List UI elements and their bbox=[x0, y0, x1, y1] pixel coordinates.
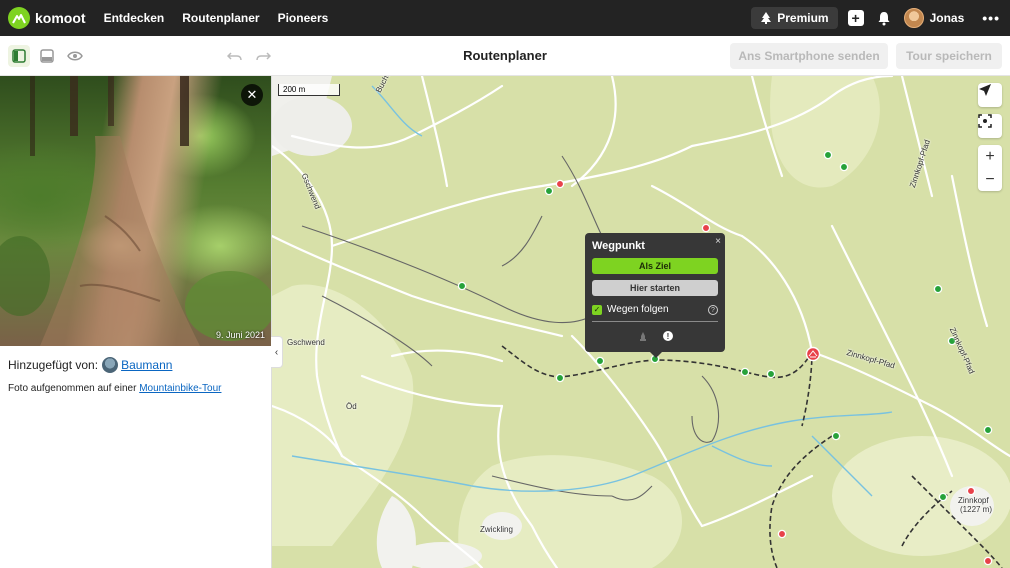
contributor-link[interactable]: Baumann bbox=[121, 358, 172, 372]
route-point-icon[interactable] bbox=[638, 331, 648, 341]
map-label-zinnkopf-elevation: (1227 m) bbox=[960, 505, 993, 514]
photo-forest-illustration bbox=[0, 76, 271, 346]
premium-tree-icon bbox=[761, 12, 772, 24]
caption-text: Foto aufgenommen auf einer bbox=[8, 383, 140, 394]
photo-caption: Foto aufgenommen auf einer Mountainbike-… bbox=[8, 383, 221, 394]
help-icon[interactable]: ? bbox=[708, 305, 718, 315]
set-destination-button[interactable]: Als Ziel bbox=[592, 258, 718, 274]
contributor-avatar[interactable] bbox=[102, 357, 119, 373]
waypoint-popup: Wegpunkt × Als Ziel Hier starten ✓ Wegen… bbox=[585, 233, 725, 358]
follow-paths-label: Wegen folgen bbox=[607, 304, 669, 315]
info-icon[interactable]: ! bbox=[663, 331, 673, 341]
premium-label: Premium bbox=[777, 11, 829, 25]
trail-photo: ✕ 9. Juni 2021 bbox=[0, 76, 271, 346]
nav-routenplaner[interactable]: Routenplaner bbox=[182, 11, 259, 25]
added-by-line: Hinzugefügt von: Baumann bbox=[8, 357, 172, 373]
locate-me-button[interactable] bbox=[978, 83, 1002, 107]
bell-icon bbox=[878, 11, 890, 25]
top-navigation-bar: komoot Entdecken Routenplaner Pioneers P… bbox=[0, 0, 1010, 36]
nav-entdecken[interactable]: Entdecken bbox=[104, 11, 165, 25]
close-photo-button[interactable]: ✕ bbox=[241, 84, 263, 106]
map-scale-bar: 200 m bbox=[278, 84, 340, 96]
more-menu-button[interactable]: ••• bbox=[982, 10, 1000, 26]
map-label-gschwend-town: Gschwend bbox=[287, 338, 325, 347]
checkbox-checked-icon: ✓ bbox=[592, 304, 602, 315]
popup-divider bbox=[592, 321, 718, 322]
visibility-toggle-button[interactable] bbox=[64, 45, 86, 67]
start-here-button[interactable]: Hier starten bbox=[592, 280, 718, 296]
added-by-label: Hinzugefügt von: bbox=[8, 358, 99, 372]
zoom-controls: + − bbox=[978, 145, 1002, 191]
popup-title: Wegpunkt bbox=[592, 240, 645, 252]
sidebar-panel-icon bbox=[12, 48, 26, 63]
notifications-button[interactable] bbox=[874, 8, 894, 28]
map-label-zinnkopf-peak: Zinnkopf bbox=[958, 496, 989, 505]
brand[interactable]: komoot bbox=[8, 7, 86, 29]
user-name[interactable]: Jonas bbox=[930, 11, 965, 25]
zoom-out-button[interactable]: − bbox=[978, 168, 1002, 191]
popup-close-button[interactable]: × bbox=[715, 236, 721, 247]
follow-paths-checkbox[interactable]: ✓ Wegen folgen bbox=[592, 304, 669, 315]
komoot-logo-icon bbox=[8, 7, 30, 29]
navigation-arrow-icon bbox=[979, 84, 991, 96]
nav-pioneers[interactable]: Pioneers bbox=[278, 11, 329, 25]
send-to-smartphone-button[interactable]: Ans Smartphone senden bbox=[730, 43, 888, 69]
zoom-in-button[interactable]: + bbox=[978, 145, 1002, 168]
brand-name: komoot bbox=[35, 10, 86, 26]
premium-button[interactable]: Premium bbox=[751, 7, 838, 29]
planner-toolbar: Routenplaner Ans Smartphone senden Tour … bbox=[0, 36, 1010, 76]
photo-detail-panel: ✕ 9. Juni 2021 Hinzugefügt von: Baumann … bbox=[0, 76, 272, 568]
focus-frame-icon bbox=[978, 114, 992, 128]
create-button[interactable]: + bbox=[846, 8, 866, 28]
user-avatar[interactable] bbox=[903, 8, 924, 28]
eye-icon bbox=[67, 51, 83, 60]
map-label-od: Öd bbox=[346, 402, 357, 411]
photo-date: 9. Juni 2021 bbox=[215, 330, 265, 340]
bottom-panel-icon bbox=[40, 48, 54, 63]
collapse-panel-button[interactable]: ‹ bbox=[271, 336, 283, 368]
redo-button[interactable] bbox=[252, 45, 274, 67]
undo-icon bbox=[227, 51, 242, 60]
popup-pointer bbox=[650, 352, 662, 358]
fit-route-button[interactable] bbox=[978, 114, 1002, 138]
map-label-zwickling: Zwickling bbox=[480, 525, 513, 534]
redo-icon bbox=[256, 51, 271, 60]
undo-button[interactable] bbox=[224, 45, 246, 67]
tour-type-link[interactable]: Mountainbike-Tour bbox=[139, 383, 221, 394]
bottom-panel-toggle-button[interactable] bbox=[36, 45, 58, 67]
sidebar-toggle-button[interactable] bbox=[8, 44, 30, 67]
plus-icon: + bbox=[847, 10, 864, 26]
save-tour-button[interactable]: Tour speichern bbox=[896, 43, 1002, 69]
